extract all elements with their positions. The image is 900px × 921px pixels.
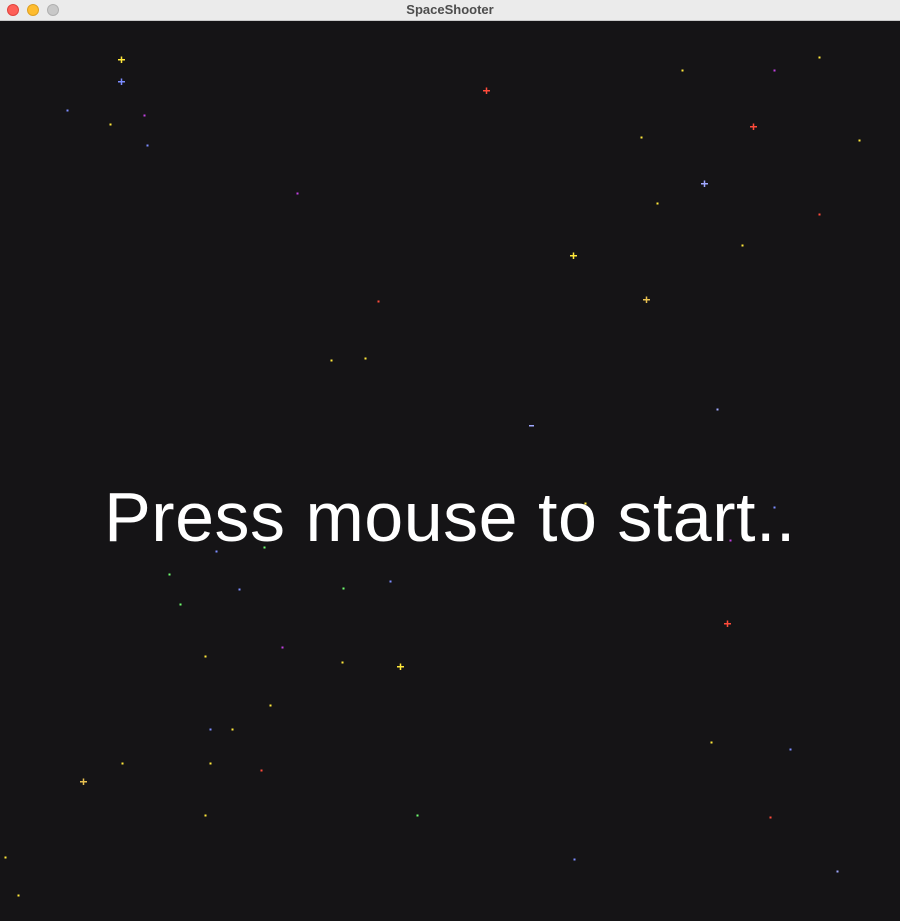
star-dot	[341, 661, 344, 664]
window-title: SpaceShooter	[406, 2, 494, 17]
star-dot	[818, 213, 821, 216]
star-dot	[529, 425, 534, 427]
star-dot	[4, 856, 7, 859]
star-dot	[204, 655, 207, 658]
star-dot	[741, 244, 744, 247]
star-dot	[818, 56, 821, 59]
star-plus	[118, 78, 125, 85]
star-dot	[121, 762, 124, 765]
star-dot	[342, 587, 345, 590]
star-dot	[209, 762, 212, 765]
star-plus	[643, 296, 650, 303]
star-dot	[231, 728, 234, 731]
game-canvas[interactable]: Press mouse to start..	[0, 22, 900, 921]
star-dot	[416, 814, 419, 817]
star-plus	[118, 56, 125, 63]
star-dot	[281, 646, 284, 649]
star-plus	[724, 620, 731, 627]
star-dot	[146, 144, 149, 147]
star-dot	[789, 748, 792, 751]
star-dot	[836, 870, 839, 873]
star-dot	[238, 588, 241, 591]
star-dot	[389, 580, 392, 583]
star-plus	[570, 252, 577, 259]
start-prompt: Press mouse to start..	[104, 478, 796, 556]
star-dot	[377, 300, 380, 303]
star-dot	[640, 136, 643, 139]
star-dot	[17, 894, 20, 897]
star-dot	[656, 202, 659, 205]
title-bar[interactable]: SpaceShooter	[0, 0, 900, 21]
star-dot	[773, 69, 776, 72]
star-dot	[716, 408, 719, 411]
star-dot	[109, 123, 112, 126]
star-dot	[573, 858, 576, 861]
star-dot	[179, 603, 182, 606]
star-dot	[710, 741, 713, 744]
star-dot	[168, 573, 171, 576]
star-dot	[66, 109, 69, 112]
star-plus	[701, 180, 708, 187]
star-dot	[204, 814, 207, 817]
star-dot	[769, 816, 772, 819]
star-dot	[858, 139, 861, 142]
star-dot	[269, 704, 272, 707]
star-dot	[143, 114, 146, 117]
star-dot	[209, 728, 212, 731]
star-plus	[483, 87, 490, 94]
star-dot	[296, 192, 299, 195]
star-plus	[750, 123, 757, 130]
star-plus	[397, 663, 404, 670]
star-dot	[681, 69, 684, 72]
star-dot	[364, 357, 367, 360]
star-plus	[80, 778, 87, 785]
star-dot	[260, 769, 263, 772]
star-dot	[330, 359, 333, 362]
